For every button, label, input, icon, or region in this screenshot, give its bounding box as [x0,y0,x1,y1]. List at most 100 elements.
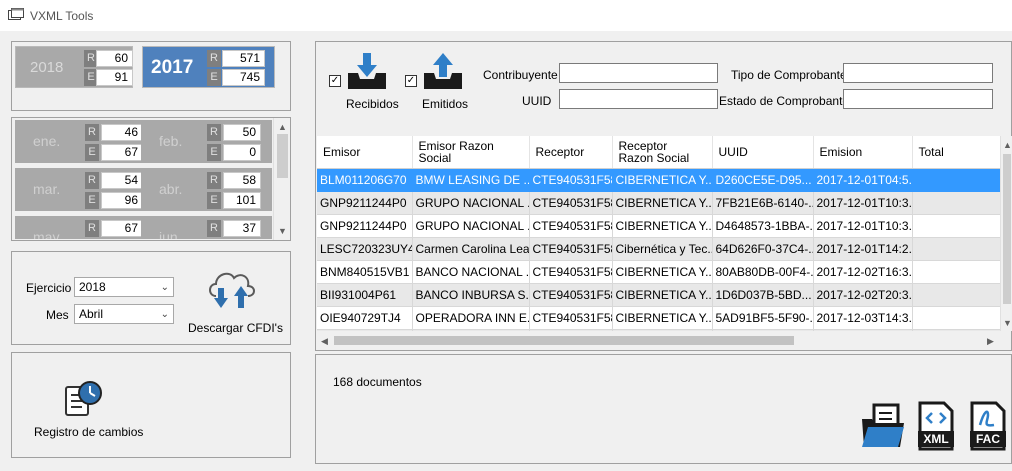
table-cell: CSS160330CP7 [317,329,413,331]
table-row[interactable]: CSS160330CP7CFE SUMINISTRAD...CTE940531F… [317,329,1000,331]
change-log-button[interactable]: Registro de cambios [26,375,146,441]
year-card-2017[interactable]: 2017 R 571 E 745 [142,46,275,88]
recibidos-label[interactable]: Recibidos [346,97,399,111]
download-cfdi-button[interactable]: Descargar CFDI's [184,262,284,340]
month-card-feb[interactable]: feb. R 50 E 0 [141,120,272,163]
table-cell: BLM011206G70 [317,168,413,192]
export-xml-button[interactable]: XML [916,401,956,451]
scroll-right-icon[interactable]: ▶ [987,336,994,346]
month-label: jun. [159,229,182,239]
table-cell: BMW LEASING DE ... [412,168,530,192]
table-cell: $4,049.6 [912,191,1000,215]
status-panel: 168 documentos XML FAC [315,354,1012,464]
documents-grid[interactable]: Emisor Emisor Razon Social Receptor Recep… [317,136,1000,331]
table-cell: 2017-12-01T10:3... [813,214,913,238]
ejercicio-select[interactable]: 2018 ⌄ [74,277,174,297]
column-header-receptor-razon-social[interactable]: Receptor Razon Social [612,136,713,169]
months-scrollbar[interactable]: ▲ ▼ [273,118,290,240]
scroll-down-icon[interactable]: ▼ [278,226,287,236]
column-header-line: Emision [819,144,863,159]
table-cell: CIBERNETICA Y... [612,214,713,238]
table-cell: $4,408.0 [912,237,1000,261]
table-cell: 80AB80DB-00F4-... [712,260,814,284]
table-cell: 9F3A618E-2495-... [712,329,814,331]
month-label: may. [33,229,63,239]
table-cell: $0.0 [912,260,1000,284]
table-cell: OIE940729TJ4 [317,306,413,330]
column-header-emision[interactable]: Emision [813,136,913,169]
recibidos-checkbox[interactable]: ✓ [329,75,341,87]
column-header-line: Receptor [535,144,585,159]
received-count: 67 [101,220,143,237]
column-header-emisor-razon-social[interactable]: Emisor Razon Social [412,136,530,169]
month-card-ene[interactable]: ene. R 46 E 67 [15,120,149,163]
month-card-may[interactable]: may. R 67 [15,216,149,239]
table-row[interactable]: LESC720323UY4Carmen Carolina Leal...CTE9… [317,237,1000,261]
scroll-down-icon[interactable]: ▼ [1003,318,1012,328]
table-cell: Cibernética y Tec... [612,237,713,261]
mes-label: Mes [46,308,69,322]
outbox-upload-icon [424,53,462,89]
table-cell: 5AD91BF5-5F90-... [712,306,814,330]
column-header-receptor[interactable]: Receptor [529,136,613,169]
column-header-total[interactable]: Total [912,136,1000,169]
changelog-clock-icon [65,381,102,416]
scroll-thumb[interactable] [277,134,288,178]
table-cell: $8,664.1 [912,168,1000,192]
tipo-comprobante-input[interactable] [843,63,993,83]
column-header-line: Razon Social [618,150,690,165]
cloud-download-upload-icon [209,272,255,308]
month-card-abr[interactable]: abr. R 58 E 101 [141,168,272,211]
month-card-mar[interactable]: mar. R 54 E 96 [15,168,149,211]
table-cell: CTE940531F58 [529,191,613,215]
emitidos-label[interactable]: Emitidos [422,97,468,111]
table-cell: Carmen Carolina Leal... [412,237,530,261]
contribuyente-input[interactable] [559,63,718,83]
grid-horizontal-scrollbar[interactable]: ◀ ▶ [317,332,1000,349]
uuid-label: UUID [522,94,552,108]
received-count: 58 [223,172,261,189]
received-count: 571 [222,50,265,67]
table-cell: $337.5 [912,214,1000,238]
app-window-icon [8,8,24,20]
table-row[interactable]: BLM011206G70 BMW LEASING DE ... CTE940531F… [317,168,1000,192]
table-cell: 1D6D037B-5BD... [712,283,814,307]
table-row[interactable]: BII931004P61 BANCO INBURSA S.... CTE940531… [317,283,1000,307]
table-cell: GRUPO NACIONAL ... [412,191,530,215]
issued-tag: E [85,144,99,161]
table-row[interactable]: BNM840515VB1 BANCO NACIONAL ... CTE940531F… [317,260,1000,284]
scroll-up-icon[interactable]: ▲ [278,122,287,132]
column-header-emisor[interactable]: Emisor [317,136,413,169]
table-row[interactable]: GNP9211244P0 GRUPO NACIONAL ... CTE940531F… [317,214,1000,238]
table-cell: 2017-12-01T14:2... [813,237,913,261]
uuid-input[interactable] [559,89,718,109]
year-panel: 2018 R 60 E 91 2017 R 571 E 745 [11,41,291,111]
mes-select[interactable]: Abril ⌄ [74,304,174,324]
table-cell: BNM840515VB1 [317,260,413,284]
export-pdf-button[interactable]: FAC [968,401,1008,451]
inbox-download-icon [348,53,386,89]
estado-comprobante-input[interactable] [843,89,993,109]
scroll-thumb[interactable] [1003,154,1011,304]
scroll-left-icon[interactable]: ◀ [321,336,328,346]
table-cell: CTE940531F58 [529,283,613,307]
year-card-2018[interactable]: 2018 R 60 E 91 [15,46,133,88]
grid-header: Emisor Emisor Razon Social Receptor Recep… [317,136,1000,169]
received-tag: R [207,50,221,67]
scroll-thumb[interactable] [334,336,794,345]
column-header-uuid[interactable]: UUID [712,136,814,169]
grid-vertical-scrollbar[interactable]: ▲ ▼ [1000,136,1012,331]
table-row[interactable]: OIE940729TJ4 OPERADORA INN E... CTE940531F… [317,306,1000,330]
column-header-line: UUID [718,144,748,159]
table-row[interactable]: GNP9211244P0 GRUPO NACIONAL ... CTE940531F… [317,191,1000,215]
year-label: 2017 [151,57,194,78]
open-folder-icon[interactable] [860,403,906,449]
scroll-up-icon[interactable]: ▲ [1003,140,1012,150]
emitidos-checkbox[interactable]: ✓ [405,75,417,87]
ejercicio-value: 2018 [79,280,106,294]
table-cell: GNP9211244P0 [317,214,413,238]
month-card-jun[interactable]: jun. R 37 [141,216,272,239]
table-cell: 2017-12-01T10:3... [813,191,913,215]
table-cell: CTE940531F58 [529,329,613,331]
title-bar: VXML Tools [0,0,1012,31]
